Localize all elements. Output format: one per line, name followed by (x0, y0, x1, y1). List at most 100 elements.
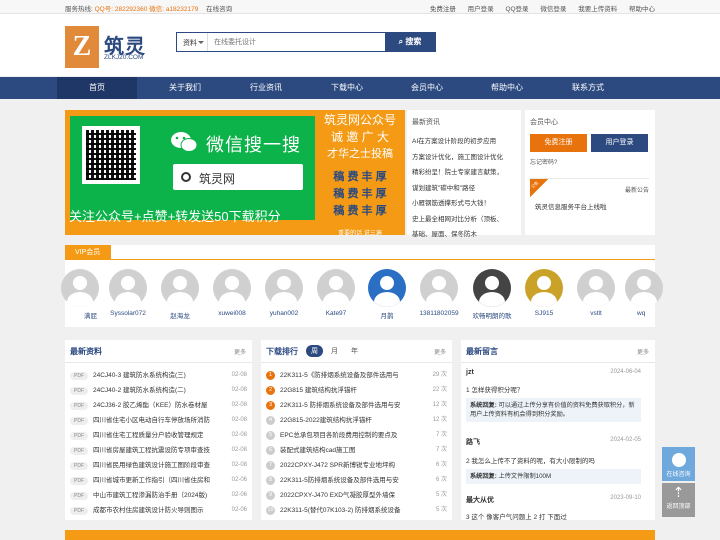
vip-user[interactable]: 满屁 (55, 269, 105, 320)
chat-icon (671, 453, 686, 467)
list-item[interactable]: PDF 24CJ40-3 建筑防水系统构造(三) 02-08 (70, 368, 247, 383)
list-item[interactable]: PDF 四川省民用绿色建筑设计施工图阶段审查 02-08 (70, 458, 247, 473)
vip-user[interactable]: wq (619, 269, 669, 317)
doc-date: 02-08 (231, 447, 247, 453)
forgot-password-link[interactable]: 忘记密码? (530, 157, 557, 166)
list-item[interactable]: PDF 中山市建筑工程渗漏防治手册（2024版) 02-06 (70, 488, 247, 503)
download-count: 6 次 (435, 462, 447, 468)
list-item[interactable]: 3 22K311-5 防排烟系统设备及部件选用与安 12 次 (266, 398, 447, 413)
list-item[interactable]: PDF 24CJ36-2 胶乙烯酯（KEE）防水卷材屋 02-08 (70, 398, 247, 413)
vip-user[interactable]: yuhan002 (259, 269, 309, 317)
message-reply: 系统回复: 可以通过上传分享有价值的资料免费获取积分，新用户上传资料有机会得到积… (466, 398, 641, 422)
top-links: 免费注册 用户登录 QQ登录 微信登录 我要上传资料 帮助中心 (420, 3, 655, 13)
tab-year[interactable]: 年 (346, 345, 363, 357)
search-button[interactable]: ⌕ 搜索 (385, 33, 435, 51)
logo-mark[interactable]: Z (65, 26, 99, 68)
register-button[interactable]: 免费注册 (530, 134, 587, 152)
nav-download[interactable]: 下载中心 (307, 77, 387, 99)
pdf-icon: PDF (70, 461, 88, 470)
online-consult-button[interactable]: 在线咨询 (662, 447, 695, 481)
message-item: jzt 2024-06-04 1 怎样获得积分呢？ 系统回复: 可以通过上传分享… (466, 369, 641, 422)
avatar (625, 269, 663, 307)
download-count: 7 次 (435, 432, 447, 438)
vip-user[interactable]: vstlt (571, 269, 621, 317)
tab-month[interactable]: 月 (326, 345, 343, 357)
more-link[interactable]: 更多 (434, 347, 446, 356)
list-item[interactable]: 1 22K311-5《防排烟系统设备及部件选用与 29 次 (266, 368, 447, 383)
nav-help[interactable]: 帮助中心 (467, 77, 547, 99)
message-date: 2024-06-04 (610, 369, 641, 375)
doc-date: 02-08 (231, 402, 247, 408)
list-item[interactable]: 4 22G815-2022建筑结构抗浮锚杆 12 次 (266, 413, 447, 428)
reply-label: 系统回复: (470, 473, 497, 480)
vip-user[interactable]: 赵海龙 (155, 269, 205, 320)
help-link[interactable]: 帮助中心 (629, 6, 655, 13)
search-category-select[interactable]: 资料 (183, 38, 204, 48)
reply-label: 系统回复: (470, 402, 497, 409)
notice-tag-text: 公告 (530, 180, 540, 190)
login-link[interactable]: 用户登录 (468, 6, 494, 13)
list-item[interactable]: PDF 四川省住宅工程质量分户验收管理规定 02-08 (70, 428, 247, 443)
news-title: 最新资讯 (412, 119, 440, 126)
vip-user[interactable]: 欢畅明朗的歌 (467, 269, 517, 320)
pdf-icon: PDF (70, 416, 88, 425)
doc-title: 22G815-2022建筑结构抗浮锚杆 (280, 417, 372, 424)
panel-title: 最新资料 (70, 347, 102, 356)
rank-number: 8 (266, 476, 275, 485)
list-item[interactable]: 2 22G815 建筑结构抗浮锚杆 22 次 (266, 383, 447, 398)
promo-banner[interactable]: 微信搜一搜 筑灵网 关注公众号+点赞+转发送50下载积分 筑灵网公众号 诚 邀 … (65, 110, 405, 235)
nav-about[interactable]: 关于我们 (145, 77, 225, 99)
list-item[interactable]: PDF 24CJ40-2 建筑防水系统构造(二) 02-08 (70, 383, 247, 398)
register-link[interactable]: 免费注册 (430, 6, 456, 13)
back-to-top-button[interactable]: ⇡ 返回顶部 (662, 483, 695, 517)
news-item[interactable]: 谋划建筑"碳中和"路径 (412, 181, 518, 197)
more-link[interactable]: 更多 (637, 347, 649, 356)
news-item[interactable]: 小雁钢筋透撑形式弓大钱！ (412, 196, 518, 212)
list-item[interactable]: PDF 四川省城市更新工作指引（四川省住房和 02-06 (70, 473, 247, 488)
list-item[interactable]: PDF 成都市农村住房建筑设计防火导则图示 02-06 (70, 503, 247, 518)
doc-title: 四川省民用绿色建筑设计施工图阶段审查 (93, 462, 210, 469)
news-item[interactable]: 精彩纷呈！院士专家建言献策， (412, 165, 518, 181)
wechat-login-link[interactable]: 微信登录 (540, 6, 566, 13)
notice-text[interactable]: 筑灵信息服务平台上线啦 (535, 201, 607, 211)
tab-week[interactable]: 周 (306, 345, 323, 357)
list-item[interactable]: 10 22K311-5(替代07K103-2) 防排烟系统设备 5 次 (266, 503, 447, 518)
list-item[interactable]: 9 2022CPXY-J470 EXD气凝胶厚型外墙保 5 次 (266, 488, 447, 503)
bottom-promo-bar (65, 530, 655, 540)
vip-user[interactable]: Kate97 (311, 269, 361, 317)
nav-contact[interactable]: 联系方式 (548, 77, 628, 99)
doc-title: 24CJ36-2 胶乙烯酯（KEE）防水卷材屋 (93, 402, 208, 409)
doc-title: 2022CPXY-J470 EXD气凝胶厚型外墙保 (280, 492, 395, 499)
nav-home[interactable]: 首页 (57, 77, 137, 99)
download-count: 5 次 (435, 507, 447, 513)
search-input[interactable] (207, 33, 385, 51)
latest-docs-panel: 最新资料 更多 PDF 24CJ40-3 建筑防水系统构造(三) 02-08 PDF… (65, 340, 252, 520)
list-item[interactable]: 7 2022CPXY-J472 SPR新博锐专业地坪构 6 次 (266, 458, 447, 473)
news-item[interactable]: 方案设计优化，施工图设计优化 (412, 150, 518, 166)
vip-user-name: yuhan002 (269, 310, 299, 317)
list-item[interactable]: PDF 四川省住宅小区电动自行车停放场所消防 02-08 (70, 413, 247, 428)
list-item[interactable]: 5 EPC总承包项目各阶段费用控制的要点及 7 次 (266, 428, 447, 443)
doc-title: 中山市建筑工程渗漏防治手册（2024版) (93, 492, 208, 499)
news-item[interactable]: 基础、屋面、保冬防木 (412, 227, 518, 243)
vip-user[interactable]: SJ915 (519, 269, 569, 317)
nav-news[interactable]: 行业资讯 (226, 77, 306, 99)
vip-user[interactable]: xuwei008 (207, 269, 257, 317)
list-item[interactable]: 6 装配式建筑结构cad施工图 7 次 (266, 443, 447, 458)
vip-user[interactable]: Syssolar072 (103, 269, 153, 317)
more-link[interactable]: 更多 (234, 347, 246, 356)
pdf-icon: PDF (70, 446, 88, 455)
upload-link[interactable]: 我要上传资料 (578, 6, 617, 13)
qq-login-link[interactable]: QQ登录 (505, 6, 528, 13)
online-consult-link[interactable]: 在线咨询 (206, 6, 232, 13)
nav-member[interactable]: 会员中心 (387, 77, 467, 99)
list-item[interactable]: PDF 四川省房屋建筑工程抗震设防专项审查技 02-08 (70, 443, 247, 458)
news-item[interactable]: AI在方案设计阶段的初步应用 (412, 134, 518, 150)
news-item[interactable]: 史上最全相网对比分析（顶板、 (412, 212, 518, 228)
vip-user[interactable]: 月鹊 (362, 269, 412, 320)
login-button[interactable]: 用户登录 (591, 134, 648, 152)
list-item[interactable]: 8 22K311-5防排烟系统设备及部件选用与安 6 次 (266, 473, 447, 488)
consult-label: 在线咨询 (666, 472, 691, 478)
pdf-icon: PDF (70, 506, 88, 515)
vip-user[interactable]: 13811802059 (414, 269, 464, 317)
